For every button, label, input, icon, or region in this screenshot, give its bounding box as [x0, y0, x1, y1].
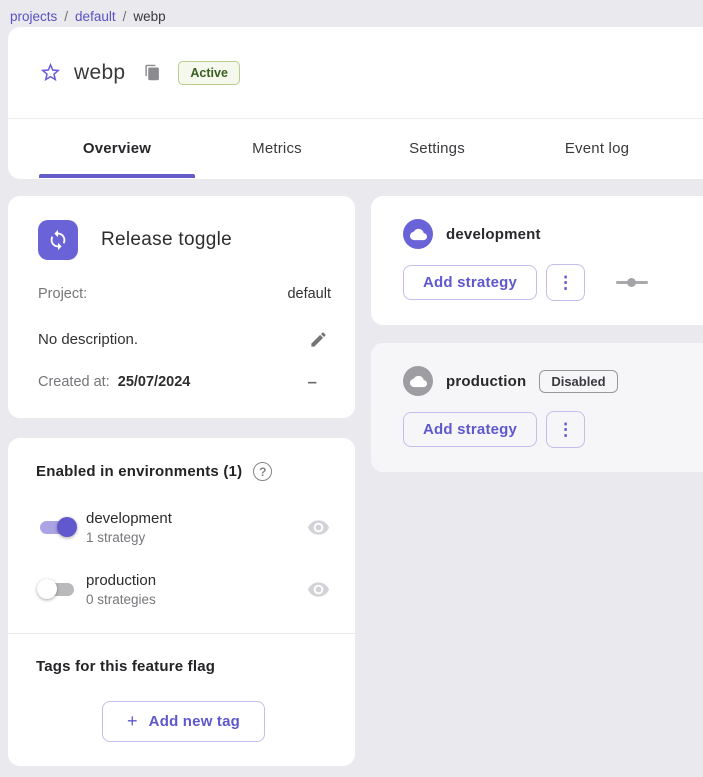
tab-event-log[interactable]: Event log	[517, 119, 677, 178]
panel-actions: Add strategy ⋮	[403, 411, 701, 448]
feature-type-card: Release toggle Project: default No descr…	[8, 196, 355, 418]
breadcrumb-projects[interactable]: projects	[10, 9, 57, 24]
enabled-environments-title: Enabled in environments (1)	[36, 463, 242, 480]
feature-tabs: Overview Metrics Settings Event log	[8, 119, 703, 178]
environment-name: development	[446, 226, 541, 243]
panel-actions: Add strategy ⋮	[403, 264, 701, 301]
project-row: Project: default	[38, 286, 331, 302]
env-row-development: development 1 strategy	[36, 505, 331, 549]
environments-card: Enabled in environments (1) ? developmen…	[8, 438, 355, 766]
tags-section: Tags for this feature flag + Add new tag	[8, 634, 355, 766]
breadcrumb-default[interactable]: default	[75, 9, 116, 24]
breadcrumb-separator: /	[64, 9, 68, 24]
tab-overview[interactable]: Overview	[37, 119, 197, 178]
environment-panel-development: development Add strategy ⋮	[371, 196, 703, 325]
panel-header: production Disabled	[403, 366, 701, 396]
breadcrumb-current: webp	[133, 9, 165, 24]
created-label: Created at:	[38, 374, 110, 390]
project-label: Project:	[38, 286, 87, 302]
add-strategy-button[interactable]: Add strategy	[403, 412, 537, 447]
add-strategy-button[interactable]: Add strategy	[403, 265, 537, 300]
development-toggle[interactable]	[36, 516, 78, 538]
status-badge: Active	[178, 61, 240, 85]
env-strategy-count: 0 strategies	[86, 592, 156, 607]
page-title: webp	[74, 61, 125, 85]
copy-name-icon[interactable]	[142, 63, 162, 83]
tab-metrics[interactable]: Metrics	[197, 119, 357, 178]
created-info: Created at: 25/07/2024	[38, 374, 190, 390]
cloud-environment-icon	[403, 366, 433, 396]
add-new-tag-button[interactable]: + Add new tag	[102, 701, 265, 742]
created-value: 25/07/2024	[118, 374, 191, 390]
feature-header-card: webp Active Overview Metrics Settings Ev…	[8, 27, 703, 179]
env-row-production: production 0 strategies	[36, 567, 331, 611]
cloud-environment-icon	[403, 219, 433, 249]
favorite-star-icon[interactable]	[38, 61, 62, 85]
tags-title: Tags for this feature flag	[36, 658, 331, 675]
eye-icon[interactable]	[305, 514, 331, 540]
env-strategy-count: 1 strategy	[86, 530, 172, 545]
right-column: development Add strategy ⋮ production Di…	[371, 196, 703, 472]
description-row: No description.	[38, 326, 331, 352]
feature-title-row: webp Active	[8, 27, 703, 119]
disabled-badge: Disabled	[539, 370, 617, 393]
project-value: default	[287, 286, 331, 302]
edit-description-icon[interactable]	[305, 326, 331, 352]
eye-icon[interactable]	[305, 576, 331, 602]
left-column: Release toggle Project: default No descr…	[8, 196, 355, 766]
plus-icon: +	[127, 711, 138, 732]
env-name: development	[86, 510, 172, 527]
help-icon[interactable]: ?	[253, 462, 272, 481]
description-text: No description.	[38, 331, 138, 348]
kebab-menu-icon[interactable]: ⋮	[546, 411, 585, 448]
tab-settings[interactable]: Settings	[357, 119, 517, 178]
feature-type-title: Release toggle	[101, 229, 232, 251]
environment-name: production	[446, 373, 526, 390]
add-new-tag-label: Add new tag	[149, 713, 240, 730]
enabled-environments-section: Enabled in environments (1) ? developmen…	[8, 438, 355, 633]
enabled-environments-header: Enabled in environments (1) ?	[36, 462, 331, 481]
collapse-icon[interactable]: –	[308, 372, 317, 392]
panel-header: development	[403, 219, 701, 249]
environment-toggle-handle[interactable]	[616, 278, 648, 288]
production-toggle[interactable]	[36, 578, 78, 600]
created-row: Created at: 25/07/2024 –	[38, 372, 331, 392]
env-labels: development 1 strategy	[86, 510, 172, 545]
main-content: Release toggle Project: default No descr…	[8, 196, 703, 766]
kebab-menu-icon[interactable]: ⋮	[546, 264, 585, 301]
env-name: production	[86, 572, 156, 589]
feature-type-header: Release toggle	[38, 220, 331, 260]
env-labels: production 0 strategies	[86, 572, 156, 607]
release-toggle-icon	[38, 220, 78, 260]
breadcrumb: projects / default / webp	[0, 0, 703, 27]
environment-panel-production: production Disabled Add strategy ⋮	[371, 343, 703, 472]
breadcrumb-separator: /	[123, 9, 127, 24]
